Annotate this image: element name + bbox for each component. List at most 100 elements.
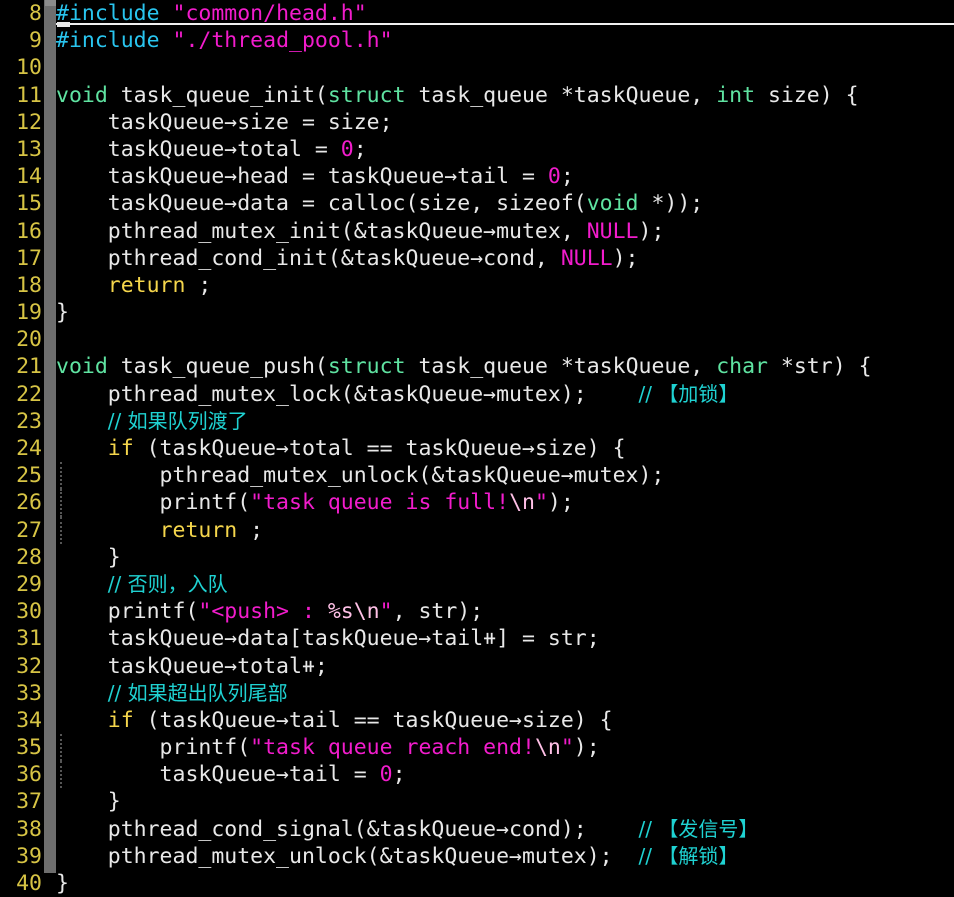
indent-guide (60, 516, 62, 544)
code-line[interactable]: 12 taskQueue→size = size; (0, 109, 954, 136)
code-text[interactable]: void task_queue_init(struct task_queue *… (56, 82, 859, 109)
code-line[interactable]: 40 } (0, 870, 954, 897)
code-line[interactable]: 22 pthread_mutex_lock(&taskQueue→mutex);… (0, 381, 954, 408)
indent-guide (60, 489, 62, 517)
code-line[interactable]: 10 (0, 54, 954, 81)
code-text[interactable]: pthread_cond_init(&taskQueue→cond, NULL)… (56, 245, 639, 272)
code-line[interactable]: 16 pthread_mutex_init(&taskQueue→mutex, … (0, 218, 954, 245)
code-text[interactable]: taskQueue→data[taskQueue→tail⧺] = str; (56, 625, 600, 652)
code-text[interactable]: pthread_mutex_lock(&taskQueue→mutex); //… (56, 381, 739, 408)
sign-column (42, 27, 56, 54)
line-number: 9 (29, 28, 42, 54)
code-line[interactable]: 31 taskQueue→data[taskQueue→tail⧺] = str… (0, 625, 954, 652)
line-number: 23 (16, 408, 42, 434)
code-line[interactable]: 9 #include "./thread_pool.h" (0, 27, 954, 54)
code-text[interactable]: // 如果超出队列尾部 (56, 680, 288, 707)
code-text[interactable]: #include "./thread_pool.h" (56, 27, 393, 54)
line-number: 12 (16, 109, 42, 135)
code-text[interactable]: return ; (56, 517, 264, 544)
line-number: 26 (16, 490, 42, 516)
line-number: 40 (16, 871, 42, 896)
code-line[interactable]: 38 pthread_cond_signal(&taskQueue→cond);… (0, 816, 954, 843)
code-line[interactable]: 30 printf("<push> : %s\n", str); (0, 598, 954, 625)
code-text[interactable]: taskQueue→size = size; (56, 109, 393, 136)
token-id: taskQueue→data[taskQueue→tail⧺] = str; (56, 626, 600, 652)
code-line[interactable]: 26 printf("task queue is full!\n"); (0, 489, 954, 517)
code-line[interactable]: 19 } (0, 299, 954, 326)
code-line[interactable]: 25 pthread_mutex_unlock(&taskQueue→mutex… (0, 462, 954, 490)
token-cmt: // 【加锁】 (638, 381, 739, 406)
token-id: taskQueue→total⧺; (56, 653, 328, 679)
code-line[interactable]: 36 taskQueue→tail = 0; (0, 761, 954, 789)
code-text[interactable]: if (taskQueue→tail == taskQueue→size) { (56, 707, 613, 734)
code-line[interactable]: 15 taskQueue→data = calloc(size, sizeof(… (0, 190, 954, 217)
code-line[interactable]: 20 (0, 326, 954, 353)
code-text[interactable]: return ; (56, 272, 212, 299)
token-id: taskQueue→total = (56, 136, 341, 162)
code-line[interactable]: 14 taskQueue→head = taskQueue→tail = 0; (0, 163, 954, 190)
code-line[interactable]: 13 taskQueue→total = 0; (0, 136, 954, 163)
code-line[interactable]: 33 // 如果超出队列尾部 (0, 680, 954, 707)
token-id: ; (185, 272, 212, 298)
token-type: void (56, 82, 108, 108)
code-text[interactable]: } (56, 544, 121, 571)
code-line[interactable]: 17 pthread_cond_init(&taskQueue→cond, NU… (0, 245, 954, 272)
sign-column (42, 788, 56, 815)
code-text[interactable]: pthread_cond_signal(&taskQueue→cond); //… (56, 816, 759, 843)
code-line[interactable]: 28 } (0, 544, 954, 571)
code-text[interactable]: printf("<push> : %s\n", str); (56, 598, 483, 625)
code-line[interactable]: 34 if (taskQueue→tail == taskQueue→size)… (0, 707, 954, 734)
code-text[interactable]: // 否则，入队 (56, 571, 228, 598)
token-str: " (560, 735, 574, 761)
code-line[interactable]: 29 // 否则，入队 (0, 571, 954, 598)
code-text[interactable]: taskQueue→head = taskQueue→tail = 0; (56, 163, 574, 190)
code-text[interactable]: void task_queue_push(struct task_queue *… (56, 353, 872, 380)
code-text[interactable]: } (56, 299, 69, 326)
token-id: size) { (755, 82, 859, 108)
token-kw: return (107, 272, 186, 298)
token-id: ); (638, 218, 665, 244)
code-text[interactable]: taskQueue→total⧺; (56, 653, 328, 680)
code-text[interactable]: taskQueue→total = 0; (56, 136, 367, 163)
code-line-list[interactable]: 8 #include "common/head.h" 9 #include "./… (0, 0, 954, 897)
code-line[interactable]: 37 } (0, 788, 954, 815)
code-text[interactable]: taskQueue→data = calloc(size, sizeof(voi… (56, 190, 703, 217)
sign-column (42, 299, 56, 326)
line-number: 38 (16, 816, 42, 842)
code-editor[interactable]: 8 #include "common/head.h" 9 #include "./… (0, 0, 954, 896)
code-line[interactable]: 24 if (taskQueue→total == taskQueue→size… (0, 435, 954, 462)
code-line[interactable]: 35 printf("task queue reach end!\n"); (0, 734, 954, 762)
token-id (56, 572, 108, 597)
token-esc: \n (353, 599, 380, 625)
code-text[interactable]: // 如果队列渡了 (56, 408, 248, 435)
line-number: 24 (16, 436, 42, 461)
code-line[interactable]: 32 taskQueue→total⧺; (0, 653, 954, 680)
code-line[interactable]: 27 return ; (0, 516, 954, 544)
code-text[interactable]: printf("task queue reach end!\n"); (56, 734, 600, 761)
code-line[interactable]: 23 // 如果队列渡了 (0, 408, 954, 435)
code-text[interactable]: pthread_mutex_init(&taskQueue→mutex, NUL… (56, 218, 665, 245)
token-str: "<push> : (198, 599, 328, 625)
token-type: void (56, 354, 108, 380)
token-num: NULL (560, 245, 613, 271)
token-id: *str) { (767, 354, 872, 380)
code-text[interactable]: printf("task queue is full!\n"); (56, 489, 574, 516)
line-number: 19 (16, 300, 42, 326)
code-text[interactable]: pthread_mutex_unlock(&taskQueue→mutex); … (56, 843, 739, 870)
code-text[interactable]: #include "common/head.h" (56, 0, 367, 27)
token-id: printf( (56, 735, 251, 761)
token-str: " (379, 599, 393, 625)
code-line[interactable]: 21 void task_queue_push(struct task_queu… (0, 353, 954, 380)
code-text[interactable]: } (56, 870, 69, 897)
code-text[interactable]: taskQueue→tail = 0; (56, 761, 406, 788)
code-line[interactable]: 8 #include "common/head.h" (0, 0, 954, 28)
code-text[interactable]: if (taskQueue→total == taskQueue→size) { (56, 435, 626, 462)
code-text[interactable]: } (56, 788, 121, 815)
code-text[interactable]: pthread_mutex_unlock(&taskQueue→mutex); (56, 462, 665, 489)
code-line[interactable]: 11 void task_queue_init(struct task_queu… (0, 82, 954, 109)
code-line[interactable]: 39 pthread_mutex_unlock(&taskQueue→mutex… (0, 843, 954, 870)
token-id: pthread_cond_init(&taskQueue→cond, (56, 245, 561, 271)
line-number: 13 (16, 136, 42, 162)
code-line[interactable]: 18 return ; (0, 272, 954, 299)
sign-column (42, 680, 56, 707)
